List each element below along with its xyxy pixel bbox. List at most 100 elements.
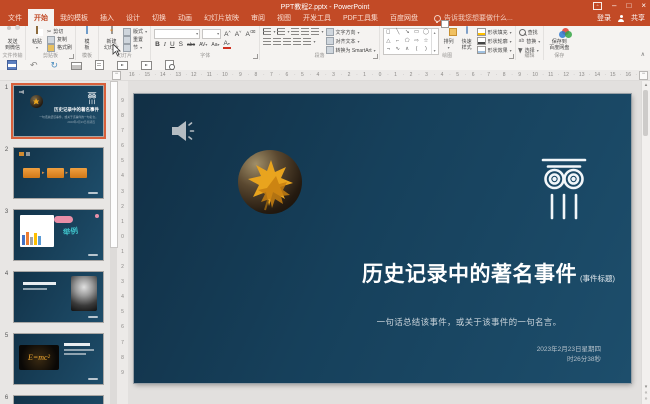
layout-button[interactable]: 版式▾: [123, 28, 147, 35]
shape-glyph[interactable]: ⬠: [405, 39, 410, 45]
shape-glyph[interactable]: ↘: [405, 30, 410, 36]
shapes-gallery[interactable]: ◻╲↘▭◯△⌐⬠⇨☆¬∿∧() ▴ ▾: [383, 28, 439, 55]
font-name-combobox[interactable]: ▾: [154, 29, 200, 39]
find-button[interactable]: 查找: [519, 28, 541, 36]
change-case-button[interactable]: Aa▾: [210, 41, 220, 49]
save-to-baidu-button[interactable]: 保存到 百度网盘: [547, 28, 571, 52]
shape-outline-button[interactable]: 形状轮廓▾: [477, 37, 512, 45]
shape-glyph[interactable]: ⌐: [396, 39, 399, 45]
drawing-dialog-launcher[interactable]: [509, 54, 514, 59]
slide-4-preview[interactable]: [13, 271, 104, 323]
slideshow-icon[interactable]: [141, 61, 152, 70]
collapse-ribbon-icon[interactable]: ∧: [641, 51, 645, 58]
autumn-leaf-image[interactable]: [238, 150, 302, 214]
strikethrough-button[interactable]: abc: [186, 41, 196, 49]
quick-print-icon[interactable]: [71, 62, 82, 70]
ruler-right-marker[interactable]: −: [639, 71, 648, 80]
share-button[interactable]: 共享: [631, 13, 645, 23]
grow-font-button[interactable]: A˄: [223, 28, 232, 39]
slide-6-preview[interactable]: [13, 395, 104, 404]
audio-speaker-icon[interactable]: [170, 120, 196, 142]
slide-2-preview[interactable]: ▸ ▸: [13, 147, 104, 199]
tab-review[interactable]: 审阅: [245, 9, 271, 26]
text-shadow-button[interactable]: S: [178, 41, 184, 49]
thumbnail-slide-1[interactable]: 1 历史记录中的著名事件 一句话总结该事件，或关于该事件的一句名言。: [0, 85, 110, 136]
new-slide-qat-icon[interactable]: [95, 60, 104, 70]
align-text-button[interactable]: 对齐文本▾: [326, 37, 376, 45]
bold-button[interactable]: B: [154, 41, 161, 49]
tab-insert[interactable]: 插入: [94, 9, 120, 26]
tab-design[interactable]: 设计: [120, 9, 146, 26]
ribbon-display-options-icon[interactable]: ^: [593, 2, 602, 10]
shape-glyph[interactable]: ☆: [423, 39, 428, 45]
thumbnail-slide-3[interactable]: 3 举例: [0, 209, 110, 260]
sign-in-button[interactable]: 登录: [597, 13, 611, 23]
thumbnail-panel-scrollbar[interactable]: [110, 81, 117, 404]
minimize-button[interactable]: –: [612, 1, 616, 10]
shape-glyph[interactable]: ╲: [396, 30, 399, 36]
slide-3-preview[interactable]: 举例: [13, 209, 104, 261]
close-button[interactable]: ×: [641, 1, 646, 10]
pillar-logo-icon[interactable]: [541, 158, 587, 222]
tab-my-templates[interactable]: 我的模板: [54, 9, 94, 26]
increase-indent-icon[interactable]: [301, 28, 309, 35]
maximize-button[interactable]: □: [626, 1, 631, 10]
send-to-wechat-button[interactable]: 发送 到微信: [3, 28, 22, 52]
tab-view[interactable]: 视图: [271, 9, 297, 26]
scroll-up-icon[interactable]: ▴: [434, 30, 436, 35]
font-color-button[interactable]: A▾: [223, 41, 231, 49]
thumbnail-slide-5[interactable]: 5 E=mc²: [0, 333, 110, 384]
shape-glyph[interactable]: ◯: [423, 30, 429, 36]
tab-animations[interactable]: 动画: [172, 9, 198, 26]
scroll-up-arrow[interactable]: ▴: [642, 82, 650, 88]
align-center-icon[interactable]: [273, 38, 281, 45]
shape-fill-button[interactable]: 形状填充▾: [477, 28, 512, 36]
align-right-icon[interactable]: [283, 38, 291, 45]
justify-icon[interactable]: [293, 38, 301, 45]
character-spacing-button[interactable]: AV▾: [198, 41, 208, 49]
columns-icon[interactable]: [303, 38, 311, 45]
current-slide[interactable]: 历史记录中的著名事件(事件标题) 一句话总结该事件，或关于该事件的一句名言。 2…: [134, 94, 631, 383]
reading-view-icon[interactable]: [165, 60, 174, 70]
shape-glyph[interactable]: △: [386, 39, 390, 45]
tab-slideshow[interactable]: 幻灯片放映: [198, 9, 245, 26]
scrollbar-thumb[interactable]: [643, 90, 648, 136]
text-direction-button[interactable]: 文字方向▾: [326, 28, 376, 36]
section-button[interactable]: 节▾: [123, 44, 147, 51]
shape-glyph[interactable]: ⇨: [414, 39, 419, 45]
quick-styles-button[interactable]: 快速 样式: [459, 28, 475, 52]
paste-button[interactable]: 粘贴 ▾: [29, 28, 45, 50]
slide-1-preview[interactable]: 历史记录中的著名事件 一句话总结该事件，或关于该事件的一句名言。 2023年2月…: [13, 85, 104, 137]
font-dialog-launcher[interactable]: [253, 54, 258, 59]
shapes-gallery-scrollbar[interactable]: ▴ ▾: [431, 29, 438, 54]
line-spacing-icon[interactable]: [311, 28, 319, 35]
save-icon[interactable]: [7, 60, 17, 70]
reset-button[interactable]: 重置: [123, 36, 147, 43]
slideshow-from-beginning-icon[interactable]: [117, 61, 128, 70]
copy-button[interactable]: 复制: [47, 36, 72, 43]
vertical-scrollbar[interactable]: ▴ ▾ « »: [641, 81, 650, 404]
slide-title-textbox[interactable]: 历史记录中的著名事件(事件标题): [362, 258, 615, 288]
tab-transitions[interactable]: 切换: [146, 9, 172, 26]
thumbnail-slide-4[interactable]: 4: [0, 271, 110, 322]
italic-button[interactable]: I: [163, 41, 167, 49]
slide-5-preview[interactable]: E=mc²: [13, 333, 104, 385]
format-painter-button[interactable]: 格式刷: [47, 44, 72, 51]
tab-file[interactable]: 文件: [2, 9, 28, 26]
tab-baidu-netdisk[interactable]: 百度网盘: [384, 9, 424, 26]
template-button[interactable]: 模 板: [79, 28, 95, 52]
font-size-combobox[interactable]: ▾: [202, 29, 221, 39]
clear-formatting-button[interactable]: A⌫: [244, 28, 256, 39]
paragraph-dialog-launcher[interactable]: [373, 54, 378, 59]
bullets-icon[interactable]: [263, 28, 271, 35]
numbering-icon[interactable]: [277, 28, 285, 35]
arrange-button[interactable]: 排列 ▾: [441, 28, 457, 50]
underline-button[interactable]: U: [169, 41, 176, 49]
tab-developer[interactable]: 开发工具: [297, 9, 337, 26]
tab-home[interactable]: 开始: [28, 9, 54, 26]
scrollbar-thumb[interactable]: [110, 81, 118, 248]
undo-icon[interactable]: ↶: [30, 61, 38, 69]
shape-glyph[interactable]: ▭: [414, 30, 419, 36]
thumbnail-slide-2[interactable]: 2 ▸ ▸: [0, 147, 110, 198]
align-left-icon[interactable]: [263, 38, 271, 45]
